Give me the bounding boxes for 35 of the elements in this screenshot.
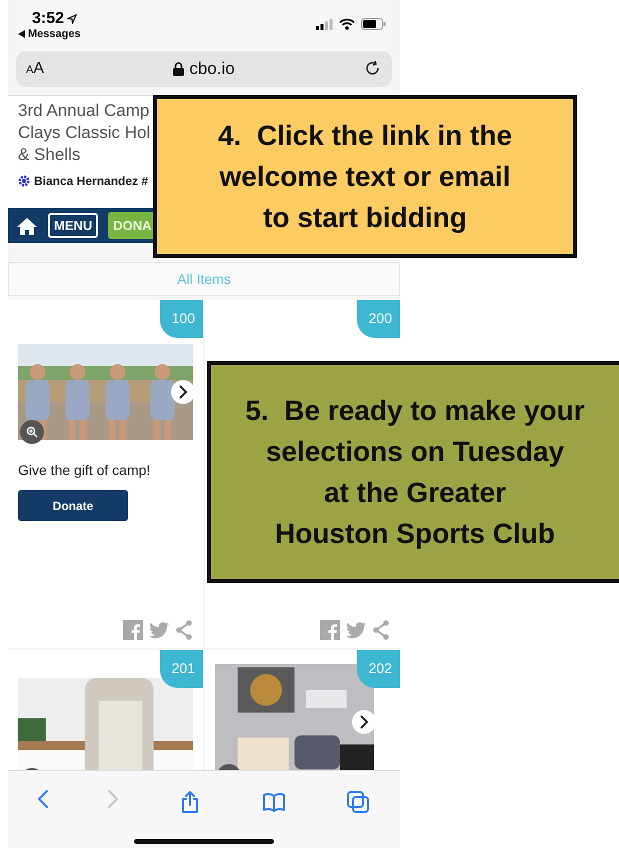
item-number: 201 <box>160 650 203 688</box>
back-to-app-link[interactable]: Messages <box>28 28 81 40</box>
signal-icon <box>316 18 333 30</box>
wifi-icon <box>339 18 355 30</box>
menu-button[interactable]: MENU <box>48 213 98 238</box>
bird-icon[interactable] <box>149 622 169 638</box>
forward-icon <box>107 789 119 809</box>
facebook-icon[interactable] <box>123 620 143 640</box>
url-text: cbo.io <box>189 59 235 79</box>
item-number: 100 <box>160 300 203 338</box>
location-arrow-icon <box>67 14 78 24</box>
donate-button[interactable]: Donate <box>18 490 128 521</box>
event-title: Clays Classic Hol <box>18 123 150 142</box>
item-description: Give the gift of camp! <box>18 462 152 478</box>
back-triangle-icon <box>18 30 25 38</box>
gear-icon <box>18 175 30 187</box>
clock-time: 3:52 <box>31 10 64 28</box>
item-number: 200 <box>356 300 400 338</box>
tabs-icon <box>345 789 371 815</box>
battery-icon <box>361 18 386 30</box>
callout-text: 4. Click the link in the welcome text or email to start bidding <box>218 119 512 235</box>
address-bar[interactable]: AA cbo.io <box>16 51 392 87</box>
item-number: 202 <box>356 650 400 688</box>
event-title: & Shells <box>18 145 80 164</box>
user-name[interactable]: Bianca Hernandez # <box>34 174 148 188</box>
facebook-icon[interactable] <box>320 620 340 640</box>
share-icon[interactable] <box>175 620 193 640</box>
text-size-button[interactable]: AA <box>26 60 44 78</box>
event-title: 3rd Annual Camp <box>18 101 150 120</box>
lock-icon <box>173 62 184 76</box>
home-icon[interactable] <box>16 216 38 234</box>
back-icon <box>37 789 49 809</box>
bird-icon[interactable] <box>346 622 366 638</box>
share-icon[interactable] <box>372 620 390 640</box>
callout-text: 5. Be ready to make your selections on Tuesday at the Greater Houston Sports Club <box>245 394 585 551</box>
